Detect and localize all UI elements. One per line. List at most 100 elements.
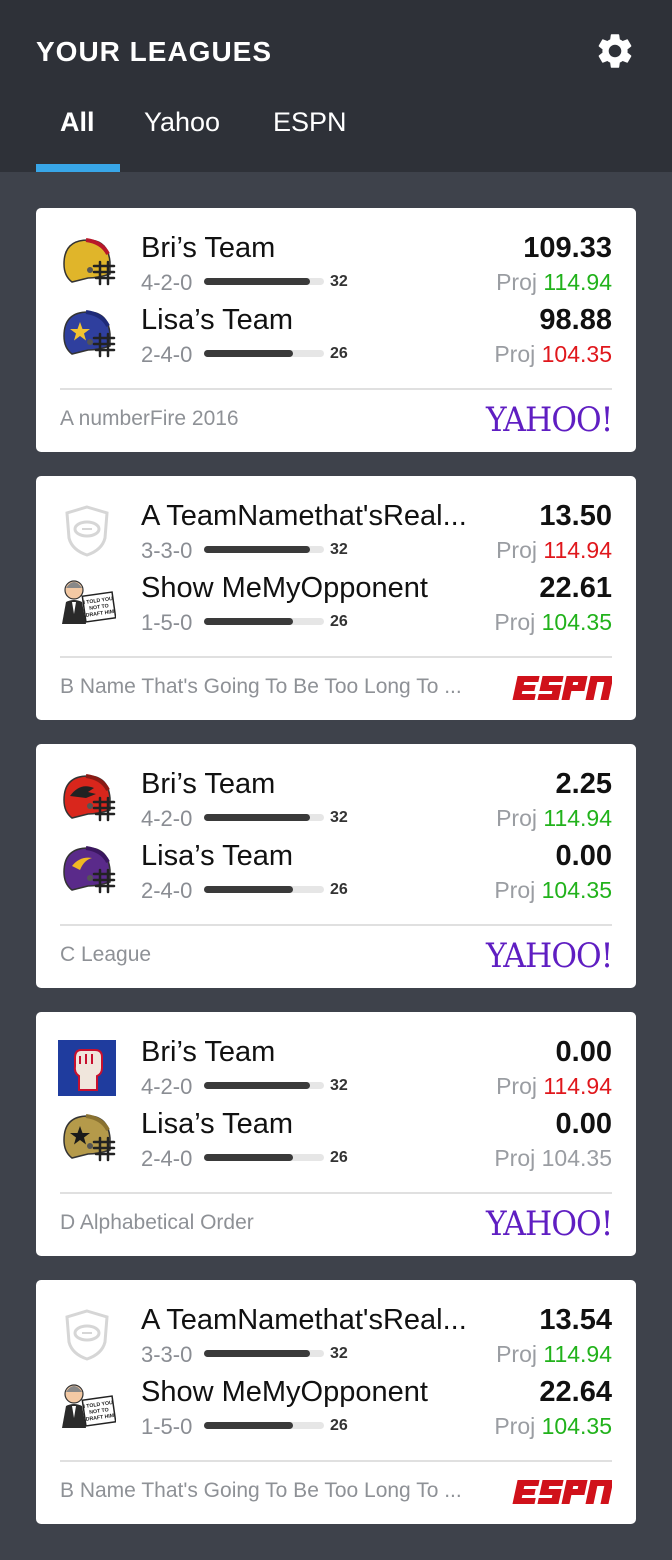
progress-count: 32 (330, 273, 348, 290)
blue-star-helmet-icon (58, 306, 116, 364)
projection: Proj 104.35 (494, 876, 612, 904)
team-name: Lisa’s Team (141, 840, 294, 872)
projection: Proj 114.94 (496, 536, 612, 564)
football-shield-icon (58, 1306, 116, 1364)
team-row[interactable]: Bri’s Team 4-2-0 32 2.25 Proj 114.94 (36, 766, 636, 838)
progress-count: 26 (330, 613, 348, 630)
team-row[interactable]: A TeamNamethat'sReal... 3-3-0 32 13.54 Proj … (36, 1302, 636, 1374)
purple-gold-helmet-icon (58, 842, 116, 900)
team-score: 0.00 (555, 1036, 612, 1068)
team-name: Bri’s Team (141, 232, 276, 264)
league-card[interactable]: A TeamNamethat'sReal... 3-3-0 32 13.54 Proj … (36, 1280, 636, 1524)
team-score: 98.88 (539, 304, 612, 336)
team-record: 3-3-0 (141, 538, 193, 563)
progress-count: 32 (330, 1345, 348, 1362)
league-card[interactable]: Bri’s Team 4-2-0 32 2.25 Proj 114.94 Lisa’s T… (36, 744, 636, 988)
red-helmet-icon (58, 770, 116, 828)
progress-bar (204, 1350, 324, 1357)
progress-bar (204, 814, 324, 821)
proj-label: Proj (496, 269, 537, 295)
active-tab-indicator (36, 164, 120, 172)
proj-value: 114.94 (543, 1073, 612, 1099)
divider (60, 1192, 612, 1194)
tab-espn[interactable]: ESPN (273, 100, 347, 172)
league-name: C League (60, 943, 152, 966)
man-with-sign-icon: I TOLD YOU NOT TO DRAFT HIM (58, 1378, 117, 1436)
projection: Proj 104.35 (494, 1412, 612, 1440)
team-row[interactable]: I TOLD YOU NOT TO DRAFT HIM Show MeMyOppone… (36, 1374, 636, 1446)
team-name: Lisa’s Team (141, 304, 294, 336)
progress-count: 32 (330, 1077, 348, 1094)
tab-all[interactable]: All (60, 100, 95, 172)
man-with-sign-icon: I TOLD YOU NOT TO DRAFT HIM (58, 574, 117, 632)
progress-bar-fill (204, 618, 293, 625)
progress-bar-fill (204, 1350, 310, 1357)
progress-bar (204, 1082, 324, 1089)
yahoo-logo: YAHOO! (485, 400, 613, 440)
tab-yahoo[interactable]: Yahoo (144, 100, 220, 172)
projection: Proj 114.94 (496, 1072, 612, 1100)
progress-bar-fill (204, 350, 293, 357)
team-row[interactable]: Lisa’s Team 2-4-0 26 0.00 Proj 104.35 (36, 1106, 636, 1178)
progress-count: 26 (330, 881, 348, 898)
team-score: 22.64 (539, 1376, 612, 1408)
team-row[interactable]: Lisa’s Team 2-4-0 26 0.00 Proj 104.35 (36, 838, 636, 910)
league-name: B Name That's Going To Be Too Long To ..… (60, 1479, 462, 1502)
team-score: 13.50 (539, 500, 612, 532)
team-row[interactable]: Lisa’s Team 2-4-0 26 98.88 Proj 104.35 (36, 302, 636, 374)
team-score: 2.25 (555, 768, 612, 800)
team-name: Bri’s Team (141, 1036, 276, 1068)
progress-bar-fill (204, 886, 293, 893)
progress-bar-fill (204, 278, 310, 285)
gold-star-helmet-icon (58, 1110, 116, 1168)
proj-value: 114.94 (543, 805, 612, 831)
yahoo-logo: YAHOO! (485, 936, 613, 976)
progress-bar (204, 618, 324, 625)
proj-value: 104.35 (541, 877, 612, 903)
proj-value: 114.94 (543, 269, 612, 295)
progress-bar-fill (204, 814, 310, 821)
team-row[interactable]: A TeamNamethat'sReal... 3-3-0 32 13.50 Proj … (36, 498, 636, 570)
projection: Proj 104.35 (494, 340, 612, 368)
page-title: YOUR LEAGUES (36, 36, 273, 67)
league-card[interactable]: A TeamNamethat'sReal... 3-3-0 32 13.50 Proj … (36, 476, 636, 720)
team-name: Lisa’s Team (141, 1108, 294, 1140)
proj-value: 104.35 (541, 341, 612, 367)
progress-bar-fill (204, 1082, 310, 1089)
league-name: D Alphabetical Order (60, 1211, 254, 1234)
progress-bar-fill (204, 1154, 293, 1161)
team-row[interactable]: I TOLD YOU NOT TO DRAFT HIM Show MeMyOppone… (36, 570, 636, 642)
team-record: 2-4-0 (141, 1146, 193, 1171)
league-name: A numberFire 2016 (60, 407, 239, 430)
team-record: 4-2-0 (141, 806, 193, 831)
projection: Proj 114.94 (496, 1340, 612, 1368)
gold-red-helmet-icon (58, 234, 116, 292)
team-row[interactable]: Bri’s Team 4-2-0 32 109.33 Proj 114.94 (36, 230, 636, 302)
league-card[interactable]: Bri’s Team 4-2-0 32 0.00 Proj 114.94 Lisa’s T… (36, 1012, 636, 1256)
team-name: Bri’s Team (141, 768, 276, 800)
progress-bar (204, 278, 324, 285)
app-header: YOUR LEAGUES All Yahoo ESPN (0, 0, 672, 172)
proj-label: Proj (494, 1413, 536, 1439)
team-record: 1-5-0 (141, 610, 193, 635)
team-record: 4-2-0 (141, 1074, 193, 1099)
divider (60, 388, 612, 390)
league-card[interactable]: Bri’s Team 4-2-0 32 109.33 Proj 114.94 Lisa’s… (36, 208, 636, 452)
progress-bar (204, 1422, 324, 1429)
football-shield-icon (58, 502, 116, 560)
team-record: 2-4-0 (141, 342, 193, 367)
progress-count: 26 (330, 1417, 348, 1434)
projection: Proj 114.94 (496, 268, 612, 296)
team-score: 0.00 (555, 840, 612, 872)
proj-value: 104.35 (541, 609, 612, 635)
proj-value: 104.35 (541, 1413, 612, 1439)
proj-label: Proj (496, 805, 537, 831)
team-name: A TeamNamethat'sReal... (141, 500, 467, 532)
gear-icon[interactable] (594, 30, 636, 72)
projection: Proj 104.35 (494, 1144, 612, 1172)
divider (60, 924, 612, 926)
proj-label: Proj (496, 537, 537, 563)
team-row[interactable]: Bri’s Team 4-2-0 32 0.00 Proj 114.94 (36, 1034, 636, 1106)
progress-bar-fill (204, 1422, 293, 1429)
proj-value: 104.35 (541, 1145, 612, 1171)
